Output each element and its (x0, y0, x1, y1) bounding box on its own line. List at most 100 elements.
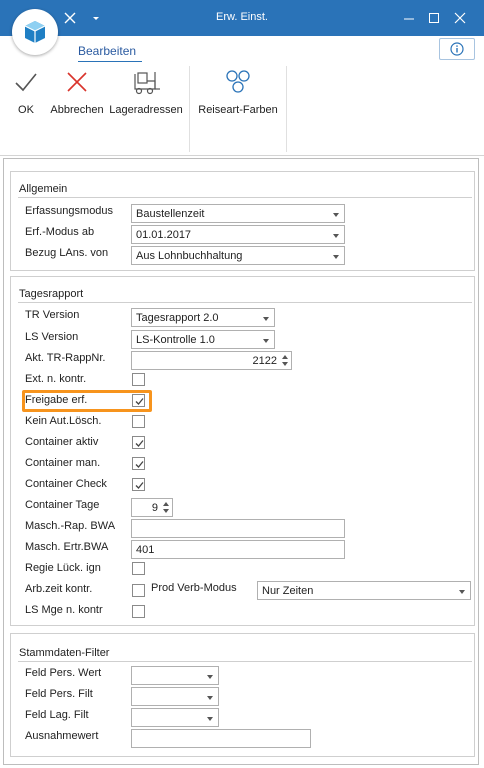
prod-verb-modus-combo[interactable]: Nur Zeiten (257, 581, 471, 600)
dropdown-arrow-icon (459, 590, 465, 594)
feld-pers-wert-combo[interactable] (131, 666, 219, 685)
circles-icon (226, 70, 250, 93)
reiseart-farben-button[interactable]: Reiseart-Farben (196, 68, 280, 128)
cancel-label: Abbrechen (50, 104, 104, 116)
feld-lag-filt-label: Feld Lag. Filt (25, 709, 89, 721)
tab-bearbeiten[interactable]: Bearbeiten (78, 44, 136, 58)
feld-pers-filt-label: Feld Pers. Filt (25, 688, 93, 700)
masch-ertr-bwa-value: 401 (136, 544, 155, 556)
group-divider (18, 661, 472, 662)
feld-pers-wert-label: Feld Pers. Wert (25, 667, 102, 679)
checkmark-icon (135, 461, 144, 468)
group-title-stammdaten-filter: Stammdaten-Filter (19, 647, 110, 659)
checkmark-icon (135, 482, 144, 489)
feld-pers-filt-combo[interactable] (131, 687, 219, 706)
erf-modus-ab-value: 01.01.2017 (136, 229, 192, 241)
forklift-icon (134, 72, 160, 95)
help-button[interactable] (439, 38, 475, 60)
kein-aut-losch-checkbox[interactable] (132, 415, 145, 428)
maximize-button[interactable] (424, 8, 444, 28)
arb-zeit-kontr-label: Arb.zeit kontr. (25, 583, 93, 595)
ribbon: OK Abbrechen Lageradressen Reiseart-Farb… (0, 62, 484, 156)
kein-aut-losch-label: Kein Aut.Lösch. (25, 415, 102, 427)
erfassungsmodus-label: Erfassungsmodus (25, 205, 114, 217)
bezug-lans-label: Bezug LAns. von (25, 247, 109, 259)
tr-version-combo[interactable]: Tagesrapport 2.0 (131, 308, 275, 327)
masch-rap-bwa-input[interactable] (131, 519, 345, 538)
akt-tr-rappnr-label: Akt. TR-RappNr. (25, 352, 106, 364)
spin-down-icon[interactable] (163, 509, 169, 513)
reiseart-farben-label: Reiseart-Farben (198, 104, 278, 116)
settings-panel: Allgemein Erfassungsmodus Baustellenzeit… (3, 158, 479, 765)
container-man-label: Container man. (25, 457, 101, 469)
check-icon (15, 73, 37, 92)
tr-version-label: TR Version (25, 309, 80, 321)
minimize-button[interactable] (399, 8, 419, 28)
ribbon-tab-bar: Bearbeiten (0, 36, 484, 63)
container-man-checkbox[interactable] (132, 457, 145, 470)
dropdown-arrow-icon (333, 234, 339, 238)
ls-mge-n-kontr-label: LS Mge n. kontr (25, 604, 103, 616)
erfassungsmodus-combo[interactable]: Baustellenzeit (131, 204, 345, 223)
dropdown-arrow-icon (333, 255, 339, 259)
container-aktiv-checkbox[interactable] (132, 436, 145, 449)
regie-luck-ign-label: Regie Lück. ign (25, 562, 101, 574)
dropdown-arrow-icon (263, 317, 269, 321)
lageradressen-button[interactable]: Lageradressen (108, 68, 184, 128)
close-button[interactable] (450, 8, 470, 28)
spin-up-icon[interactable] (282, 355, 288, 359)
ausnahmewert-input[interactable] (131, 729, 311, 748)
spin-down-icon[interactable] (282, 362, 288, 366)
group-divider (18, 302, 472, 303)
title-bar: Erw. Einst. (0, 0, 484, 36)
akt-tr-rappnr-spinner[interactable]: 2122 (131, 351, 292, 370)
bezug-lans-combo[interactable]: Aus Lohnbuchhaltung (131, 246, 345, 265)
ok-label: OK (18, 104, 34, 116)
container-check-label: Container Check (25, 478, 107, 490)
group-title-allgemein: Allgemein (19, 183, 68, 195)
ls-version-combo[interactable]: LS-Kontrolle 1.0 (131, 330, 275, 349)
ribbon-separator (286, 66, 287, 152)
container-tage-spinner[interactable]: 9 (131, 498, 173, 517)
ok-button[interactable]: OK (10, 68, 42, 128)
highlight-frame (22, 390, 152, 412)
masch-ertr-bwa-label: Masch. Ertr.BWA (25, 541, 109, 553)
container-tage-label: Container Tage (25, 499, 100, 511)
ribbon-separator (189, 66, 190, 152)
ls-version-label: LS Version (25, 331, 79, 343)
erfassungsmodus-value: Baustellenzeit (136, 208, 205, 220)
masch-ertr-bwa-input[interactable]: 401 (131, 540, 345, 559)
box-logo-icon (24, 21, 46, 43)
checkmark-icon (135, 440, 144, 447)
spin-up-icon[interactable] (163, 502, 169, 506)
container-tage-value: 9 (151, 502, 158, 514)
prod-verb-modus-label: Prod Verb-Modus (151, 582, 237, 594)
app-logo[interactable] (12, 9, 58, 55)
container-check-checkbox[interactable] (132, 478, 145, 491)
group-divider (18, 197, 472, 198)
container-aktiv-label: Container aktiv (25, 436, 99, 448)
arb-zeit-kontr-checkbox[interactable] (132, 584, 145, 597)
ext-n-kontr-label: Ext. n. kontr. (25, 373, 87, 385)
erf-modus-ab-date[interactable]: 01.01.2017 (131, 225, 345, 244)
info-icon (450, 42, 464, 56)
tr-version-value: Tagesrapport 2.0 (136, 312, 219, 324)
masch-rap-bwa-label: Masch.-Rap. BWA (25, 520, 116, 532)
cancel-x-icon (67, 72, 87, 92)
dropdown-arrow-icon (207, 696, 213, 700)
akt-tr-rappnr-value: 2122 (252, 355, 277, 367)
bezug-lans-value: Aus Lohnbuchhaltung (136, 250, 243, 262)
cancel-button[interactable]: Abbrechen (48, 68, 106, 128)
feld-lag-filt-combo[interactable] (131, 708, 219, 727)
ls-version-value: LS-Kontrolle 1.0 (136, 334, 215, 346)
ls-mge-n-kontr-checkbox[interactable] (132, 605, 145, 618)
group-title-tagesrapport: Tagesrapport (19, 288, 84, 300)
lageradressen-label: Lageradressen (109, 104, 183, 116)
prod-verb-modus-value: Nur Zeiten (262, 585, 314, 597)
ausnahmewert-label: Ausnahmewert (25, 730, 99, 742)
dropdown-arrow-icon (263, 339, 269, 343)
regie-luck-ign-checkbox[interactable] (132, 562, 145, 575)
dropdown-arrow-icon (207, 675, 213, 679)
dropdown-arrow-icon (333, 213, 339, 217)
ext-n-kontr-checkbox[interactable] (132, 373, 145, 386)
